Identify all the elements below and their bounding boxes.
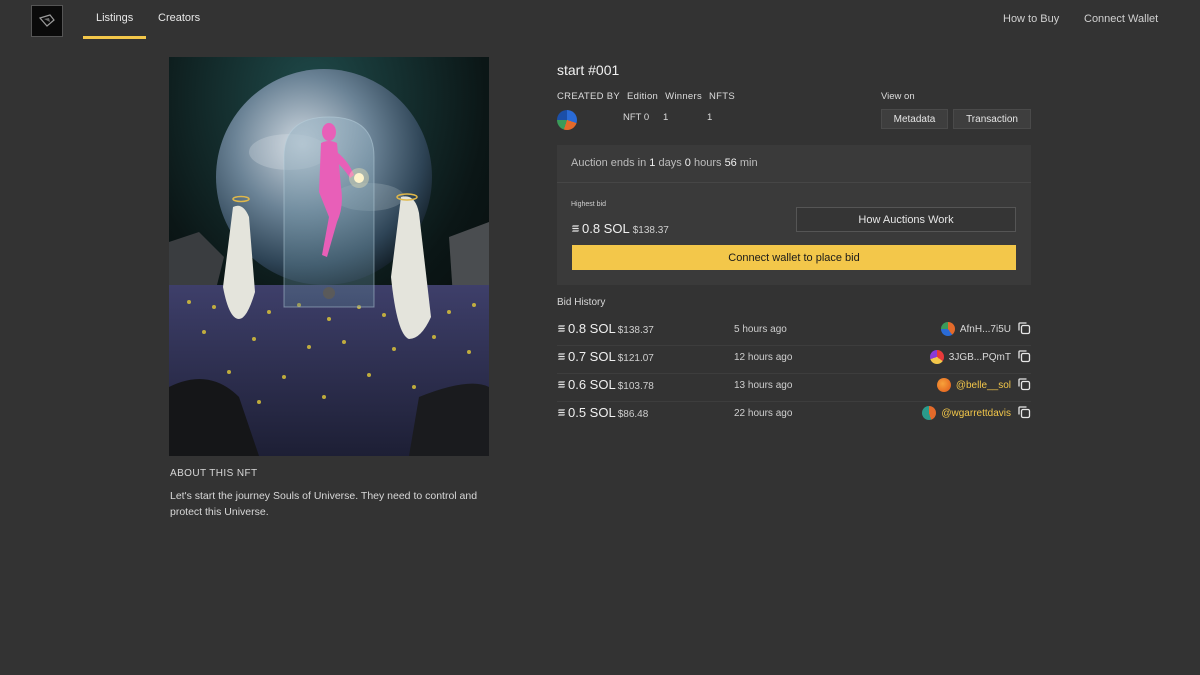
view-on-label: View on [881, 91, 915, 102]
solana-icon [571, 225, 580, 232]
tab-creators[interactable]: Creators [158, 12, 200, 24]
bidder-avatar [922, 406, 937, 420]
bid-row: 0.5 SOL $86.48 22 hours ago @wgarrettdavis [557, 402, 1031, 430]
bid-time: 5 hours ago [734, 324, 787, 335]
bid-amount-value: 0.5 SOL [568, 405, 616, 420]
transaction-button[interactable]: Transaction [953, 109, 1031, 129]
created-by-label: CREATED BY [557, 91, 621, 102]
bid-amount: 0.8 SOL $138.37 [557, 321, 654, 336]
bid-usd-value: $86.48 [617, 409, 649, 420]
tab-listings[interactable]: Listings [82, 12, 147, 39]
bid-amount: 0.6 SOL $103.78 [557, 377, 654, 392]
bid-amount-value: 0.8 SOL [568, 321, 616, 336]
bidder-avatar [929, 350, 944, 364]
highest-bid-value: 0.8 SOL [582, 221, 630, 236]
edition-value: NFT 0 [623, 112, 650, 123]
bid-time: 12 hours ago [734, 352, 793, 363]
bidder-name: @belle__sol [955, 379, 1011, 391]
winners-label: Winners [665, 91, 703, 102]
bidder-avatar [940, 322, 955, 336]
highest-bid: 0.8 SOL $138.37 [571, 221, 669, 236]
connect-wallet-bid-button[interactable]: Connect wallet to place bid [572, 245, 1016, 270]
auction-ends-label: Auction ends in [571, 157, 647, 169]
bid-amount-value: 0.7 SOL [568, 349, 616, 364]
bidder-avatar [936, 378, 951, 392]
logo-icon [38, 14, 55, 27]
highest-bid-usd: $138.37 [632, 225, 669, 236]
edition-label: Edition [626, 91, 659, 102]
bid-row: 0.8 SOL $138.37 5 hours ago AfnH...7i5U [557, 318, 1031, 346]
bid-usd-value: $121.07 [617, 353, 654, 364]
min-value: 56 [724, 157, 737, 169]
hours-value: 0 [684, 157, 691, 169]
solana-icon [557, 381, 566, 388]
bid-history-title: Bid History [557, 297, 606, 308]
creator-avatar[interactable] [557, 110, 577, 130]
bid-usd-value: $138.37 [617, 325, 654, 336]
days-label: days [658, 157, 682, 169]
winners-value: 1 [663, 112, 669, 123]
how-to-buy-link[interactable]: How to Buy [1003, 13, 1059, 25]
nfts-value: 1 [707, 112, 713, 123]
bid-time: 13 hours ago [734, 380, 793, 391]
copy-icon[interactable] [1017, 405, 1031, 419]
bid-amount-value: 0.6 SOL [568, 377, 616, 392]
how-auctions-work-button[interactable]: How Auctions Work [796, 207, 1016, 232]
about-title: ABOUT THIS NFT [170, 468, 258, 479]
bid-row: 0.6 SOL $103.78 13 hours ago @belle__sol [557, 374, 1031, 402]
connect-wallet-button[interactable]: Connect Wallet [1084, 13, 1158, 25]
auction-panel: Auction ends in 1 days 0 hours 56 min Hi… [557, 145, 1031, 285]
hours-label: hours [693, 157, 722, 169]
bidder[interactable]: 3JGB...PQmT [929, 350, 1011, 364]
bid-time: 22 hours ago [734, 408, 793, 419]
solana-icon [557, 409, 566, 416]
meta-labels: CREATED BY Edition Winners NFTS [557, 91, 739, 102]
copy-icon[interactable] [1017, 349, 1031, 363]
highest-bid-label: Highest bid [571, 201, 607, 208]
solana-icon [557, 353, 566, 360]
solana-icon [557, 325, 566, 332]
nft-artwork [169, 57, 489, 456]
bidder[interactable]: AfnH...7i5U [940, 322, 1011, 336]
min-label: min [739, 157, 758, 169]
days-value: 1 [649, 157, 656, 169]
bidder-name: 3JGB...PQmT [948, 351, 1011, 363]
bidder-name: AfnH...7i5U [959, 323, 1011, 335]
bid-amount: 0.5 SOL $86.48 [557, 405, 648, 420]
top-nav: Listings Creators How to Buy Connect Wal… [0, 0, 1200, 42]
about-text: Let's start the journey Souls of Univers… [170, 490, 478, 518]
copy-icon[interactable] [1017, 321, 1031, 335]
logo[interactable] [31, 5, 63, 37]
copy-icon[interactable] [1017, 377, 1031, 391]
bidder[interactable]: @wgarrettdavis [922, 406, 1011, 420]
bidder[interactable]: @belle__sol [936, 378, 1011, 392]
bid-amount: 0.7 SOL $121.07 [557, 349, 654, 364]
bidder-name: @wgarrettdavis [941, 407, 1011, 419]
auction-countdown: Auction ends in 1 days 0 hours 56 min [557, 145, 1031, 183]
nft-title: start #001 [557, 62, 620, 78]
bid-row: 0.7 SOL $121.07 12 hours ago 3JGB...PQmT [557, 346, 1031, 374]
bid-usd-value: $103.78 [617, 381, 654, 392]
nfts-label: NFTS [708, 91, 735, 102]
metadata-button[interactable]: Metadata [881, 109, 948, 129]
